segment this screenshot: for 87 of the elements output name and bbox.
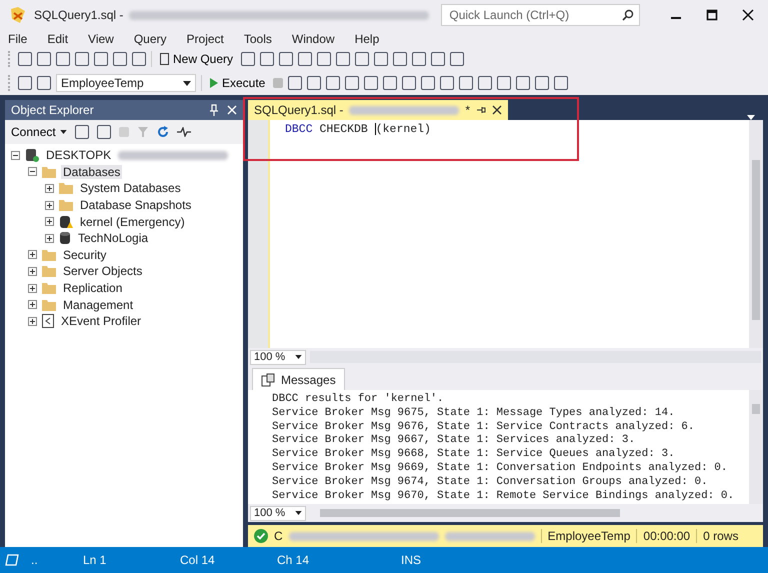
new-query-button[interactable]: New Query xyxy=(157,52,236,66)
refresh-icon[interactable] xyxy=(156,126,169,138)
menu-item[interactable]: Edit xyxy=(47,32,68,46)
menu-item[interactable]: File xyxy=(8,32,28,46)
expand-icon[interactable] xyxy=(45,234,54,243)
folder-icon xyxy=(59,182,73,194)
folder-icon xyxy=(42,282,56,294)
connect-button[interactable]: Connect xyxy=(11,125,67,139)
execute-button[interactable]: Execute xyxy=(207,76,268,90)
folder-icon xyxy=(42,265,56,278)
message-line: Service Broker Msg 9667, State 1: Services analyzed: 3. xyxy=(272,434,636,448)
tree-item[interactable]: Security xyxy=(61,248,108,262)
expand-icon[interactable] xyxy=(45,184,54,193)
search-icon xyxy=(622,9,634,21)
folder-icon xyxy=(42,248,56,261)
play-icon xyxy=(210,78,218,88)
tree-item[interactable]: kernel (Emergency) xyxy=(78,214,187,229)
tree-item[interactable]: Database Snapshots xyxy=(78,198,194,212)
expand-icon[interactable] xyxy=(28,250,37,260)
pin-icon xyxy=(476,105,486,115)
expand-icon[interactable] xyxy=(45,217,54,226)
message-line: DBCC results for 'kernel'. xyxy=(272,393,445,407)
char-number: Ch 14 xyxy=(277,553,310,567)
menu-item[interactable]: Query xyxy=(134,32,167,46)
menu-item[interactable]: Help xyxy=(354,32,380,46)
maximize-icon[interactable] xyxy=(706,9,718,21)
tree-item[interactable]: Server Objects xyxy=(61,264,144,278)
code-line: DBCC CHECKDB (kernel) xyxy=(285,123,432,136)
collapse-icon[interactable] xyxy=(28,167,37,176)
caret-icon xyxy=(60,130,67,134)
window-title: SQLQuery1.sql - xyxy=(34,8,124,22)
expand-icon[interactable] xyxy=(45,200,54,210)
message-line: Service Broker Msg 9668, State 1: Service Queues analyzed: 3. xyxy=(272,448,676,462)
success-check-icon xyxy=(254,529,268,544)
caret-icon xyxy=(295,511,302,516)
messages-tab[interactable]: Messages xyxy=(252,368,345,390)
tree-item[interactable]: TechNoLogia xyxy=(76,231,150,246)
caret-icon xyxy=(295,355,302,360)
database-dropdown[interactable]: EmployeeTemp xyxy=(56,74,196,92)
database-warning-icon xyxy=(59,214,73,229)
menu-item[interactable]: View xyxy=(88,32,114,46)
activity-icon[interactable] xyxy=(176,127,191,137)
column-number: Col 14 xyxy=(180,553,216,567)
zoom-dropdown[interactable]: 100 % xyxy=(250,506,306,521)
zoom-dropdown[interactable]: 100 % xyxy=(250,350,306,365)
menu-item[interactable]: Project xyxy=(186,32,224,46)
menu-item[interactable]: Tools xyxy=(244,32,272,46)
panel-title: Object Explorer xyxy=(11,103,94,117)
folder-icon xyxy=(42,298,56,311)
message-line: Service Broker Msg 9674, State 1: Conversation Groups analyzed: 0. xyxy=(272,476,709,490)
insert-mode: INS xyxy=(401,553,422,567)
close-icon[interactable] xyxy=(742,9,754,21)
profiler-icon xyxy=(42,314,54,328)
message-line: Service Broker Msg 9670, State 1: Remote Service Bindings analyzed: 0. xyxy=(272,490,736,504)
tree-item[interactable]: DESKTOPK xyxy=(44,148,114,162)
collapse-icon[interactable] xyxy=(11,150,20,160)
message-line: Service Broker Msg 9669, State 1: Conversation Endpoints analyzed: 0. xyxy=(272,462,728,476)
quick-launch-input[interactable]: Quick Launch (Ctrl+Q) xyxy=(447,7,622,23)
menu-item[interactable]: Window xyxy=(292,32,335,46)
status-time: 00:00:00 xyxy=(636,529,690,544)
document-tab[interactable]: SQLQuery1.sql - * xyxy=(248,100,508,120)
folder-icon xyxy=(42,166,56,178)
expand-icon[interactable] xyxy=(28,316,37,326)
quick-launch-field[interactable]: Quick Launch (Ctrl+Q) xyxy=(441,4,640,26)
expand-icon[interactable] xyxy=(28,300,37,310)
pin-icon[interactable] xyxy=(209,104,219,116)
status-rows: 0 rows xyxy=(696,529,738,544)
expand-icon[interactable] xyxy=(28,284,37,293)
tree-item[interactable]: Databases xyxy=(61,164,122,179)
messages-icon xyxy=(261,372,275,387)
server-icon xyxy=(25,148,39,162)
status-database: EmployeeTemp xyxy=(540,529,630,544)
message-line: Service Broker Msg 9676, State 1: Service Contracts analyzed: 6. xyxy=(272,420,696,434)
tree-item[interactable]: XEvent Profiler xyxy=(59,314,144,328)
message-line: Service Broker Msg 9675, State 1: Message Types analyzed: 14. xyxy=(272,406,676,421)
status-text: .. xyxy=(31,553,39,567)
app-logo-icon xyxy=(8,5,28,25)
tree-item[interactable]: Management xyxy=(61,298,136,312)
close-icon xyxy=(492,105,502,115)
line-number: Ln 1 xyxy=(83,553,108,567)
folder-icon xyxy=(59,199,73,212)
expand-icon[interactable] xyxy=(28,266,37,276)
caret-icon xyxy=(183,80,191,86)
status-text: C xyxy=(274,529,283,544)
tree-item[interactable]: Replication xyxy=(61,281,124,296)
tree-item[interactable]: System Databases xyxy=(78,181,183,196)
database-icon xyxy=(59,231,71,246)
